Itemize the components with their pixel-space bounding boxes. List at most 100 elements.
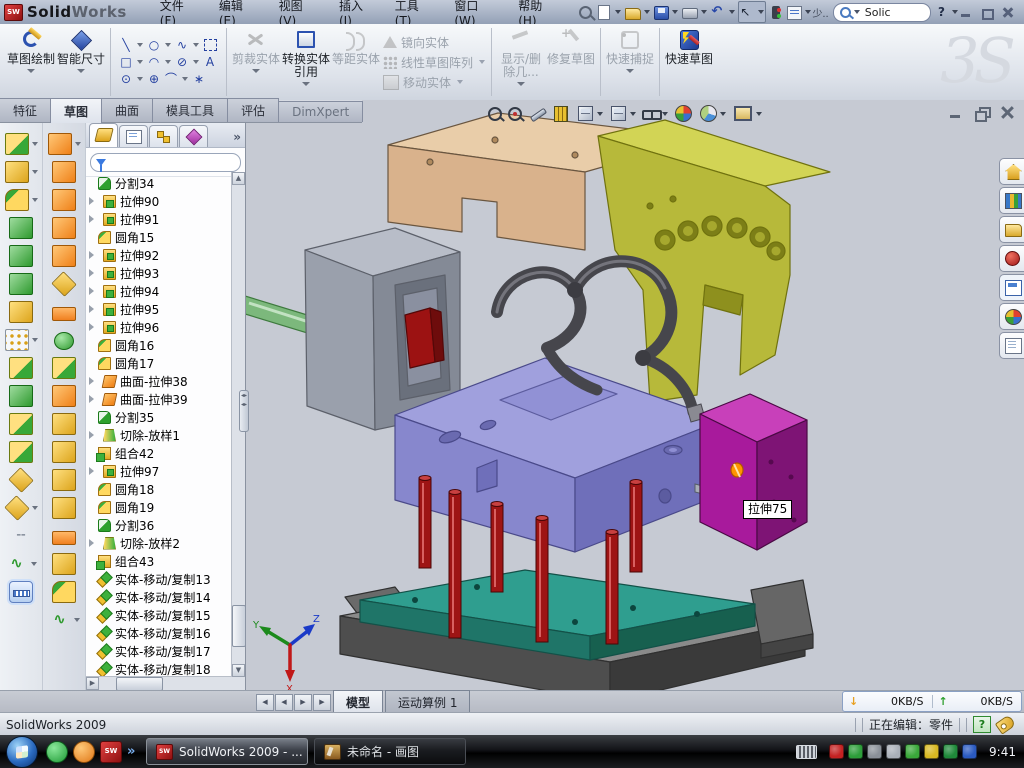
tooling-box-button[interactable] (43, 438, 85, 466)
tree-item[interactable]: 拉伸95 (86, 300, 232, 318)
zoom-fit-button[interactable] (488, 107, 502, 121)
thicken-button[interactable] (43, 354, 85, 382)
expand-arrow-icon[interactable] (89, 431, 99, 439)
combine-bodies-button[interactable] (0, 438, 42, 466)
restore-button[interactable] (980, 6, 995, 19)
boundary-surface-button[interactable] (43, 242, 85, 270)
display-style-button[interactable] (609, 104, 636, 123)
hide-show-items-dropdown-icon[interactable] (662, 112, 668, 116)
view-settings-button[interactable] (732, 104, 762, 123)
spline-dropdown-icon[interactable] (193, 43, 199, 47)
undo-dropdown-icon[interactable] (729, 10, 735, 14)
tree-item[interactable]: 实体-移动/复制17 (86, 642, 232, 660)
security-alert-tray-icon[interactable] (829, 744, 844, 759)
dome-button[interactable] (43, 326, 85, 354)
volume-tray-icon[interactable] (886, 744, 901, 759)
view-palette-tab[interactable] (999, 274, 1024, 301)
new-document-dropdown-icon[interactable] (615, 10, 621, 14)
doc-close-button[interactable] (1000, 106, 1016, 120)
reference-geometry-button[interactable] (0, 494, 42, 522)
panel-expand-chevron-icon[interactable]: » (233, 130, 241, 144)
wireless-signal-tray-icon[interactable] (905, 744, 920, 759)
save-button[interactable] (653, 2, 679, 22)
expand-arrow-icon[interactable] (89, 269, 99, 277)
scroll-up-icon[interactable]: ▲ (232, 172, 245, 185)
tooling-split-button[interactable] (43, 494, 85, 522)
lofted-surface-button[interactable] (43, 214, 85, 242)
arc-dropdown-icon[interactable] (165, 60, 171, 64)
smart-dimension-button[interactable]: 智能尺寸 (56, 24, 106, 100)
command-tab-5[interactable]: 评估 (227, 98, 279, 122)
hole-wizard-button[interactable] (0, 298, 42, 326)
core-button[interactable] (43, 466, 85, 494)
sketch-button[interactable]: 草图绘制 (6, 24, 56, 100)
antivirus-shield-tray-icon[interactable] (848, 744, 863, 759)
spline-tool[interactable]: ∿ (174, 38, 190, 53)
revolved-surface-button[interactable] (43, 158, 85, 186)
tree-item[interactable]: 拉伸92 (86, 246, 232, 264)
nav-next-button[interactable]: ▶ (294, 694, 312, 711)
doc-restore-button[interactable] (974, 106, 990, 120)
tree-item[interactable]: 组合42 (86, 444, 232, 462)
bend-button[interactable] (43, 382, 85, 410)
expand-arrow-icon[interactable] (89, 377, 99, 385)
apply-scene-button[interactable] (699, 104, 726, 123)
extruded-boss-base-dropdown-icon[interactable] (32, 142, 38, 146)
expand-arrow-icon[interactable] (89, 539, 99, 547)
wrap-surface-dropdown-icon[interactable] (75, 142, 81, 146)
open-document-dropdown-icon[interactable] (644, 10, 650, 14)
measure-pressed-button[interactable] (0, 578, 42, 606)
tab-property-manager[interactable] (119, 125, 148, 147)
defender-shield-tray-icon[interactable] (943, 744, 958, 759)
fillet-dropdown-icon[interactable] (32, 198, 38, 202)
sketch-fillet-dropdown-icon[interactable] (182, 77, 188, 81)
file-explorer-tab[interactable] (999, 216, 1024, 243)
save-dropdown-icon[interactable] (672, 10, 678, 14)
nav-previous-button[interactable]: ◀ (275, 694, 293, 711)
sketch-fillet-tool[interactable]: ⌒ (163, 72, 179, 87)
arc-tool[interactable]: ◠ (146, 55, 162, 70)
open-document-button[interactable] (624, 2, 651, 22)
select-button[interactable]: ↖ (738, 1, 766, 23)
tree-item[interactable]: 分割35 (86, 408, 232, 426)
toolbar-overflow[interactable]: 少.. (812, 5, 828, 20)
design-library-tab[interactable] (999, 187, 1024, 214)
solidworks-resources-tab[interactable] (999, 158, 1024, 185)
linear-pattern-dropdown-icon[interactable] (32, 338, 38, 342)
command-tab-4[interactable]: 模具工具 (152, 98, 228, 122)
tree-item[interactable]: 圆角17 (86, 354, 232, 372)
planar-surface-button[interactable] (43, 298, 85, 326)
reference-geometry-dropdown-icon[interactable] (32, 506, 38, 510)
circle-tool[interactable]: ○ (146, 38, 162, 53)
tree-item[interactable]: 曲面-拉伸39 (86, 390, 232, 408)
boss-solid-button[interactable] (0, 242, 42, 270)
tree-item[interactable]: 拉伸90 (86, 192, 232, 210)
knit-surface-button[interactable] (43, 550, 85, 578)
tree-item[interactable]: 切除-放样2 (86, 534, 232, 552)
close-button[interactable] (1001, 6, 1016, 19)
panel-splitter-handle[interactable]: ◂▸◂▸ (239, 390, 249, 432)
text-tool[interactable]: A (202, 55, 218, 70)
nav-last-button[interactable]: ▶ (313, 694, 331, 711)
spline-curve-dropdown-icon[interactable] (31, 562, 37, 566)
help-button[interactable]: ? (935, 5, 948, 19)
tree-item[interactable]: 拉伸93 (86, 264, 232, 282)
curve-2-dropdown-icon[interactable] (74, 618, 80, 622)
extruded-boss-base-button[interactable] (0, 130, 42, 158)
ellipse-dropdown-icon[interactable] (193, 60, 199, 64)
search-box[interactable] (833, 3, 931, 22)
minimize-button[interactable] (959, 6, 974, 19)
expand-arrow-icon[interactable] (89, 215, 99, 223)
scroll-down-icon[interactable]: ▼ (232, 664, 245, 677)
view-settings-dropdown-icon[interactable] (756, 112, 762, 116)
start-button[interactable] (6, 736, 38, 768)
selection-box-tool[interactable] (204, 39, 217, 51)
fillet-surface-button[interactable] (43, 578, 85, 606)
command-tab-3[interactable]: 曲面 (101, 98, 153, 122)
line-dropdown-icon[interactable] (137, 43, 143, 47)
convert-entities-button[interactable]: 转换实体引用 (281, 24, 331, 100)
expand-arrow-icon[interactable] (89, 251, 99, 259)
pin-button[interactable] (578, 2, 593, 22)
model-tab-2[interactable]: 运动算例 1 (385, 690, 470, 713)
curve-2-button[interactable]: ∿ (43, 606, 85, 634)
